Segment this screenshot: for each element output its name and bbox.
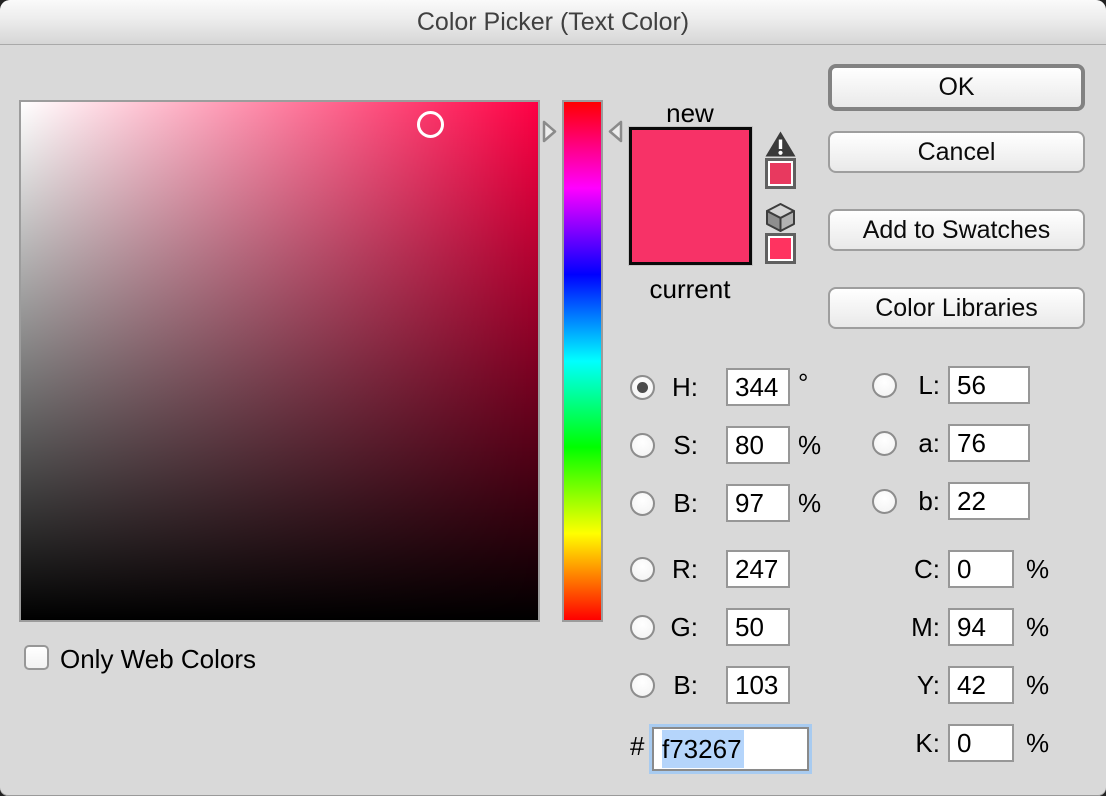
hex-selected-text: f73267 bbox=[662, 730, 744, 768]
unit-h: ° bbox=[798, 364, 808, 402]
unit-k: % bbox=[1026, 724, 1049, 762]
unit-y: % bbox=[1026, 666, 1049, 704]
web-safe-cube-icon[interactable] bbox=[763, 201, 798, 234]
saturation-brightness-field[interactable] bbox=[19, 100, 540, 622]
label-l: L: bbox=[892, 366, 940, 404]
input-g[interactable] bbox=[726, 608, 790, 646]
label-h: H: bbox=[650, 368, 698, 406]
unit-c: % bbox=[1026, 550, 1049, 588]
current-color-swatch[interactable] bbox=[632, 196, 749, 262]
web-safe-swatch[interactable] bbox=[765, 233, 796, 264]
unit-s: % bbox=[798, 426, 821, 464]
label-b-brightness: B: bbox=[650, 484, 698, 522]
input-h[interactable] bbox=[726, 368, 790, 406]
input-c[interactable] bbox=[948, 550, 1014, 588]
label-r: R: bbox=[650, 550, 698, 588]
current-color-label: current bbox=[610, 274, 770, 305]
input-s[interactable] bbox=[726, 426, 790, 464]
color-libraries-button[interactable]: Color Libraries bbox=[828, 287, 1085, 329]
input-l[interactable] bbox=[948, 366, 1030, 404]
color-picker-dialog: Color Picker (Text Color) new current OK… bbox=[0, 0, 1106, 796]
input-b-lab[interactable] bbox=[948, 482, 1030, 520]
new-color-swatch bbox=[632, 130, 749, 196]
color-marker[interactable] bbox=[417, 111, 444, 138]
label-b-lab: b: bbox=[892, 482, 940, 520]
only-web-colors-label: Only Web Colors bbox=[60, 644, 256, 675]
hue-slider-left-arrow-icon[interactable] bbox=[540, 118, 559, 145]
ok-button[interactable]: OK bbox=[828, 64, 1085, 111]
input-a[interactable] bbox=[948, 424, 1030, 462]
cancel-button[interactable]: Cancel bbox=[828, 131, 1085, 173]
input-b-blue[interactable] bbox=[726, 666, 790, 704]
input-y[interactable] bbox=[948, 666, 1014, 704]
label-s: S: bbox=[650, 426, 698, 464]
new-color-label: new bbox=[610, 98, 770, 129]
add-to-swatches-button[interactable]: Add to Swatches bbox=[828, 209, 1085, 251]
label-g: G: bbox=[650, 608, 698, 646]
hue-slider[interactable] bbox=[562, 100, 603, 622]
label-m: M: bbox=[892, 608, 940, 646]
input-b-brightness[interactable] bbox=[726, 484, 790, 522]
label-k: K: bbox=[892, 724, 940, 762]
input-k[interactable] bbox=[948, 724, 1014, 762]
only-web-colors-checkbox[interactable] bbox=[24, 645, 49, 670]
hex-hash-label: # bbox=[630, 731, 644, 762]
input-m[interactable] bbox=[948, 608, 1014, 646]
gamut-warning-icon[interactable] bbox=[764, 130, 797, 158]
unit-m: % bbox=[1026, 608, 1049, 646]
gamut-corrected-swatch[interactable] bbox=[765, 158, 796, 189]
label-a: a: bbox=[892, 424, 940, 462]
label-b-blue: B: bbox=[650, 666, 698, 704]
unit-b-brightness: % bbox=[798, 484, 821, 522]
dialog-title: Color Picker (Text Color) bbox=[0, 0, 1106, 45]
hex-input[interactable]: f73267 bbox=[652, 727, 809, 771]
input-r[interactable] bbox=[726, 550, 790, 588]
label-y: Y: bbox=[892, 666, 940, 704]
new-current-swatch bbox=[629, 127, 752, 265]
label-c: C: bbox=[892, 550, 940, 588]
